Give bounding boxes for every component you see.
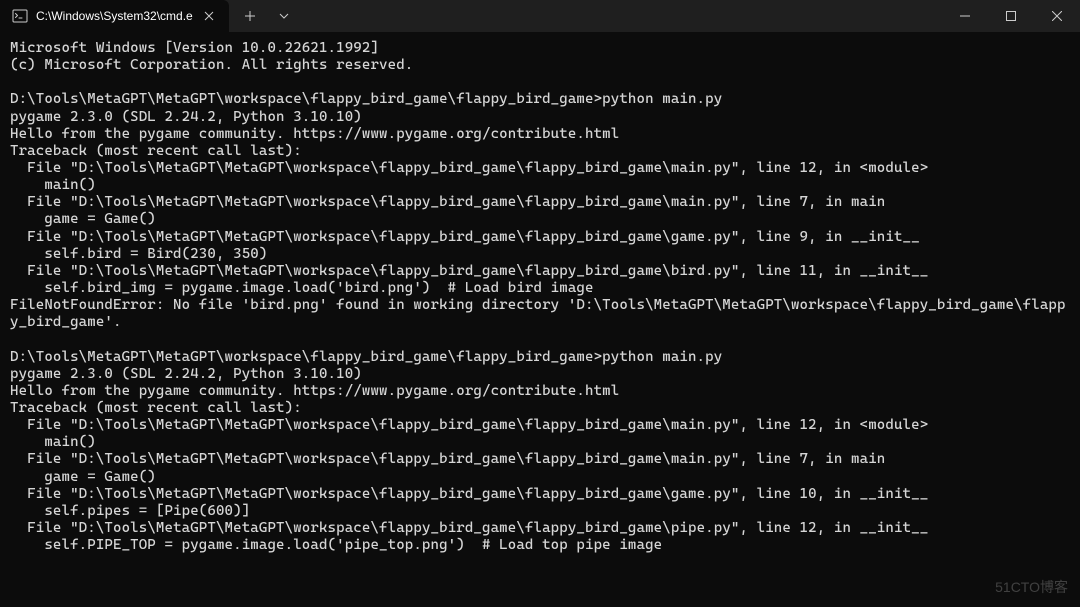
tab-close-button[interactable] — [201, 8, 217, 24]
close-icon — [1052, 11, 1062, 21]
watermark: 51CTO博客 — [995, 577, 1068, 597]
titlebar: C:\Windows\System32\cmd.e — [0, 0, 1080, 32]
tab-title: C:\Windows\System32\cmd.e — [36, 9, 193, 23]
minimize-icon — [960, 11, 970, 21]
titlebar-actions — [229, 0, 305, 32]
minimize-button[interactable] — [942, 0, 988, 32]
window-controls — [942, 0, 1080, 32]
titlebar-drag-region[interactable] — [305, 0, 942, 32]
maximize-button[interactable] — [988, 0, 1034, 32]
chevron-down-icon — [279, 11, 289, 21]
new-tab-button[interactable] — [235, 2, 265, 30]
cmd-icon — [12, 8, 28, 24]
tab-active[interactable]: C:\Windows\System32\cmd.e — [0, 0, 229, 32]
close-button[interactable] — [1034, 0, 1080, 32]
plus-icon — [244, 10, 256, 22]
tab-dropdown-button[interactable] — [269, 2, 299, 30]
maximize-icon — [1006, 11, 1016, 21]
terminal-output[interactable]: Microsoft Windows [Version 10.0.22621.19… — [0, 32, 1080, 562]
